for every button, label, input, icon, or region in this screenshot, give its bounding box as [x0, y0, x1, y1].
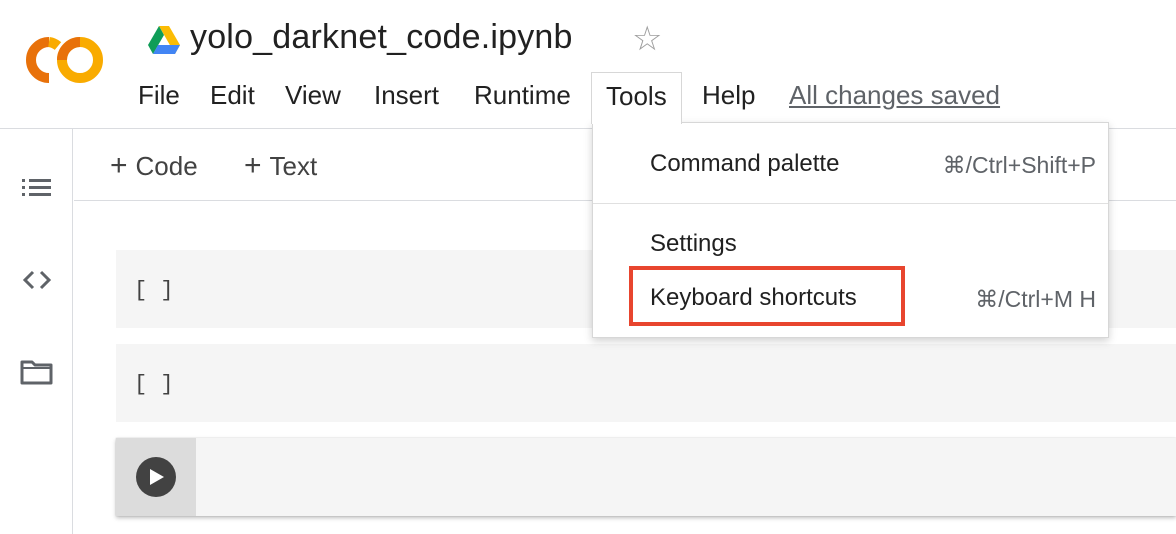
star-icon[interactable]: ☆: [632, 22, 662, 56]
cell-prompt: [ ]: [134, 372, 174, 397]
files-folder-icon[interactable]: [18, 355, 56, 389]
colab-logo[interactable]: [22, 34, 108, 86]
menu-insert[interactable]: Insert: [374, 80, 439, 111]
add-text-label: Text: [269, 151, 318, 181]
menu-edit[interactable]: Edit: [210, 80, 255, 111]
code-snippets-icon[interactable]: [18, 263, 56, 297]
plus-icon: +: [110, 149, 128, 182]
menu-item-settings[interactable]: Settings: [593, 218, 1108, 272]
run-cell-button[interactable]: [136, 457, 176, 497]
code-cell[interactable]: [ ]: [116, 344, 1176, 422]
menu-item-shortcut: ⌘/Ctrl+M H: [975, 286, 1096, 312]
colab-logo-icon: [26, 37, 103, 83]
play-icon: [150, 469, 164, 485]
menu-view[interactable]: View: [285, 80, 341, 111]
code-cell-focused[interactable]: [116, 438, 1176, 516]
menu-item-command-palette[interactable]: Command palette ⌘/Ctrl+Shift+P: [593, 138, 1108, 192]
add-code-label: Code: [135, 151, 198, 181]
add-text-button[interactable]: + Text: [244, 149, 317, 183]
notebook-title[interactable]: yolo_darknet_code.ipynb: [190, 18, 573, 57]
menu-divider: [593, 203, 1108, 204]
menu-tools[interactable]: Tools: [591, 72, 682, 124]
table-of-contents-icon[interactable]: [18, 171, 56, 205]
menu-help[interactable]: Help: [702, 80, 755, 111]
plus-icon: +: [244, 149, 262, 182]
menu-item-shortcut: ⌘/Ctrl+Shift+P: [942, 152, 1096, 178]
left-rail: [0, 129, 73, 534]
menu-runtime[interactable]: Runtime: [474, 80, 571, 111]
run-gutter: [116, 438, 196, 516]
add-code-button[interactable]: + Code: [110, 149, 198, 183]
menu-file[interactable]: File: [138, 80, 180, 111]
highlight-annotation: [629, 266, 905, 326]
menu-item-label: Command palette: [650, 150, 840, 177]
menu-item-label: Settings: [650, 230, 737, 257]
tools-menu-dropdown: Command palette ⌘/Ctrl+Shift+P Settings …: [592, 122, 1109, 338]
cell-prompt: [ ]: [134, 278, 174, 303]
save-status-link[interactable]: All changes saved: [789, 80, 1000, 111]
google-drive-icon: [148, 26, 180, 54]
